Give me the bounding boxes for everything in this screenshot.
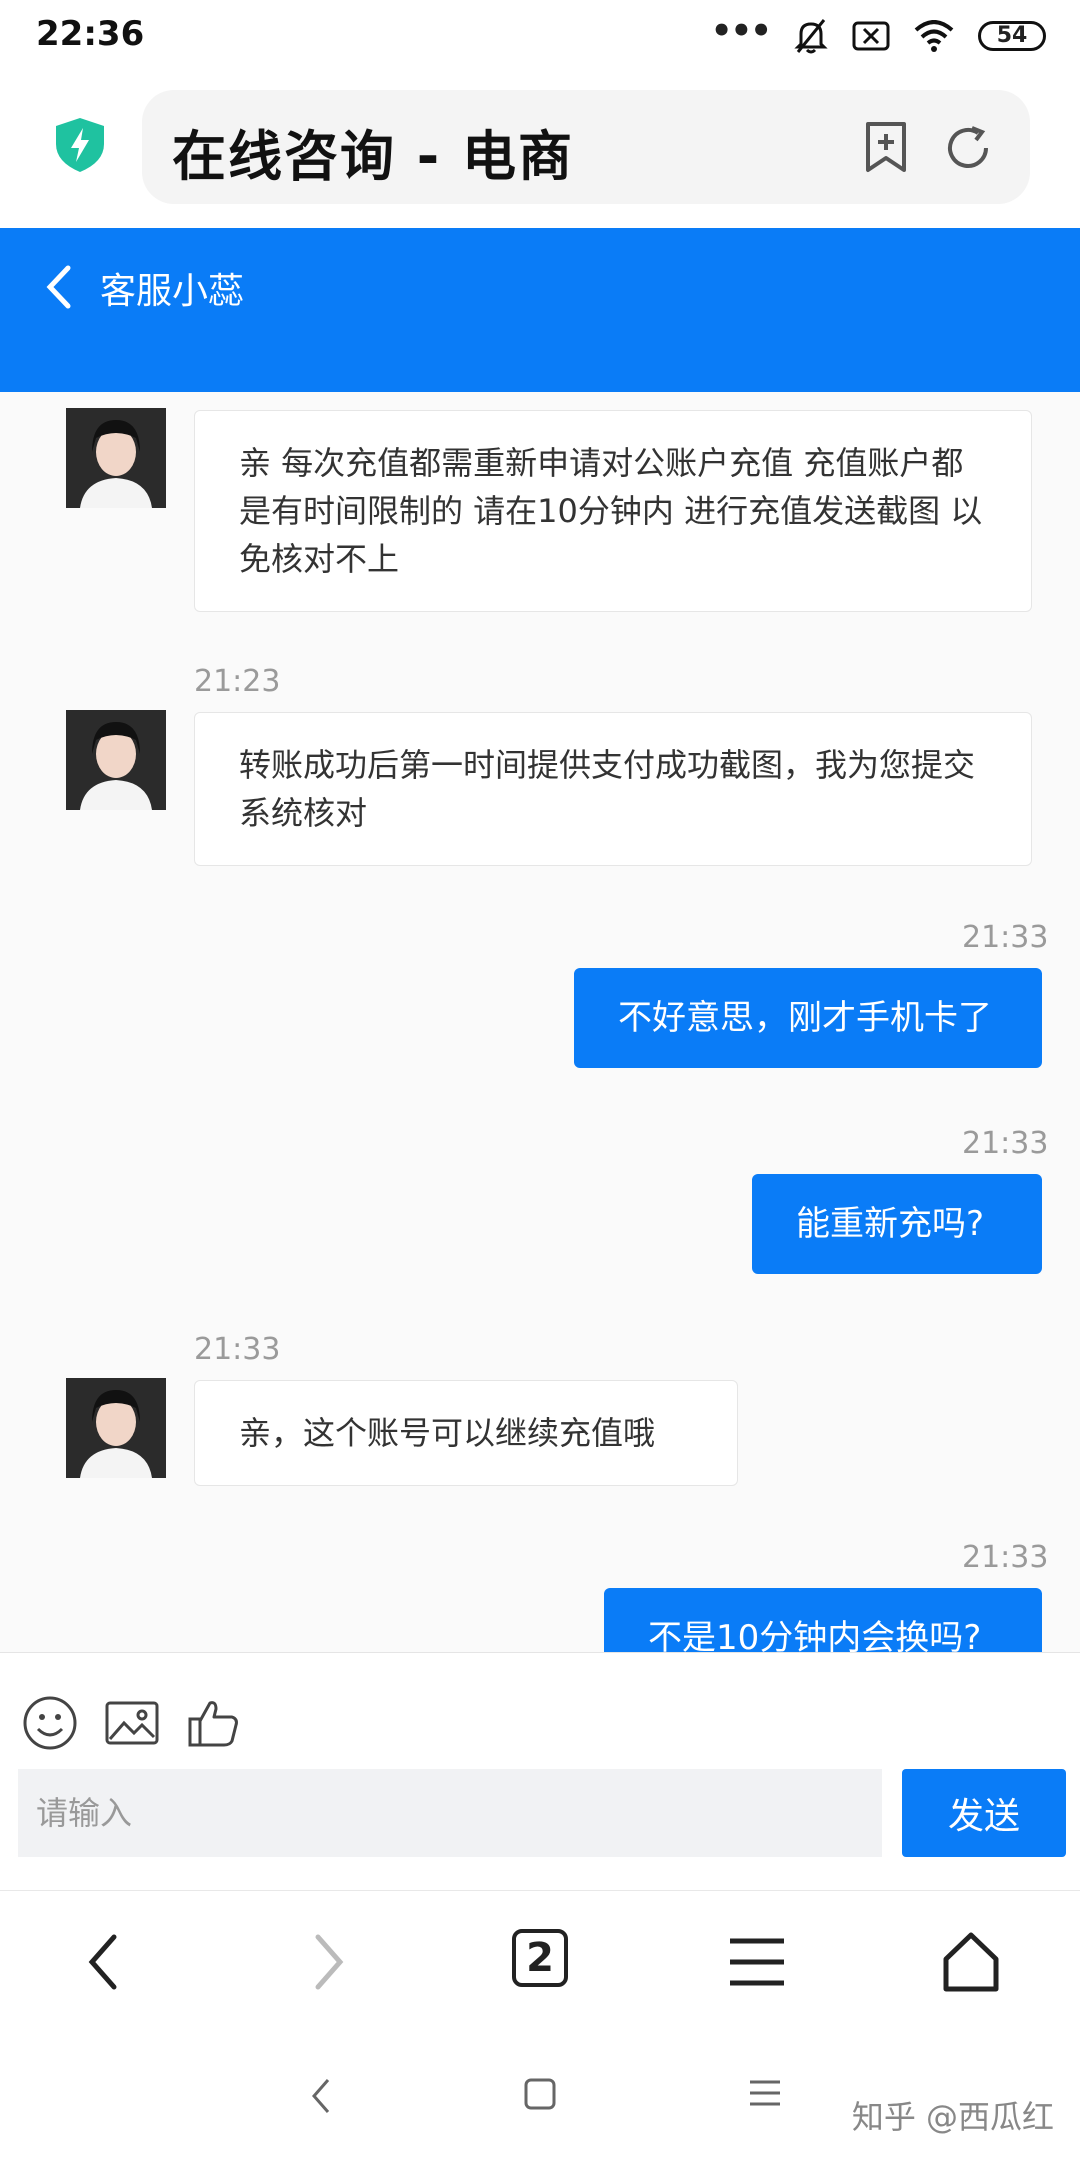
battery-indicator: 54 <box>978 21 1046 51</box>
message-input[interactable] <box>18 1769 882 1857</box>
more-dots-icon: ••• <box>710 11 772 51</box>
system-recents-icon[interactable] <box>748 2076 782 2110</box>
no-sim-icon <box>852 21 890 51</box>
composer: 发送 <box>0 1652 1080 1890</box>
agent-name: 客服小蕊 <box>100 271 245 312</box>
system-nav-bar: 知乎 @西瓜红 <box>0 2030 1080 2160</box>
address-bar: 在线咨询 - 电商 <box>0 80 1080 228</box>
message-bubble-incoming: 亲，这个账号可以继续充值哦 <box>194 1380 738 1486</box>
thumbs-up-icon[interactable] <box>186 1695 242 1751</box>
message-timestamp: 21:23 <box>194 664 281 699</box>
message-timestamp: 21:33 <box>962 1540 1049 1575</box>
system-home-icon[interactable] <box>522 2076 558 2112</box>
message-timestamp: 21:33 <box>194 1332 281 1367</box>
message-timestamp: 21:33 <box>962 1126 1049 1161</box>
refresh-icon[interactable] <box>942 122 994 174</box>
status-time: 22:36 <box>36 14 145 54</box>
message-bubble-incoming: 亲 每次充值都需重新申请对公账户充值 充值账户都是有时间限制的 请在10分钟内 … <box>194 410 1032 612</box>
url-box[interactable]: 在线咨询 - 电商 <box>142 90 1030 204</box>
chat-header: 客服小蕊 <box>0 228 1080 392</box>
system-back-icon[interactable] <box>306 2076 336 2116</box>
home-icon[interactable] <box>936 1929 1006 1995</box>
menu-icon[interactable] <box>722 1929 792 1995</box>
send-button[interactable]: 发送 <box>902 1769 1066 1857</box>
add-bookmark-icon[interactable] <box>862 120 910 174</box>
browser-forward-icon[interactable] <box>292 1929 362 1995</box>
browser-navigation-bar: 2 <box>0 1890 1080 2030</box>
mute-bell-icon <box>794 19 828 54</box>
chat-messages[interactable]: 亲 每次充值都需重新申请对公账户充值 充值账户都是有时间限制的 请在10分钟内 … <box>0 392 1080 1652</box>
message-bubble-outgoing: 能重新充吗? <box>752 1174 1042 1274</box>
message-bubble-outgoing: 不是10分钟内会换吗? <box>604 1588 1042 1652</box>
security-shield-icon[interactable] <box>54 116 106 174</box>
status-bar: 22:36 ••• 54 <box>0 0 1080 80</box>
emoji-icon[interactable] <box>22 1695 78 1751</box>
image-icon[interactable] <box>104 1695 160 1751</box>
message-timestamp: 21:33 <box>962 920 1049 955</box>
wifi-icon <box>914 20 954 52</box>
browser-back-icon[interactable] <box>70 1929 140 1995</box>
agent-avatar <box>66 710 166 810</box>
message-bubble-outgoing: 不好意思，刚才手机卡了 <box>574 968 1042 1068</box>
agent-avatar <box>66 408 166 508</box>
agent-avatar <box>66 1378 166 1478</box>
tab-count-button[interactable]: 2 <box>512 1929 568 1987</box>
watermark: 知乎 @西瓜红 <box>851 2098 1054 2136</box>
back-arrow-icon[interactable] <box>40 262 80 312</box>
message-bubble-incoming: 转账成功后第一时间提供支付成功截图，我为您提交系统核对 <box>194 712 1032 866</box>
url-text[interactable]: 在线咨询 - 电商 <box>172 112 574 191</box>
